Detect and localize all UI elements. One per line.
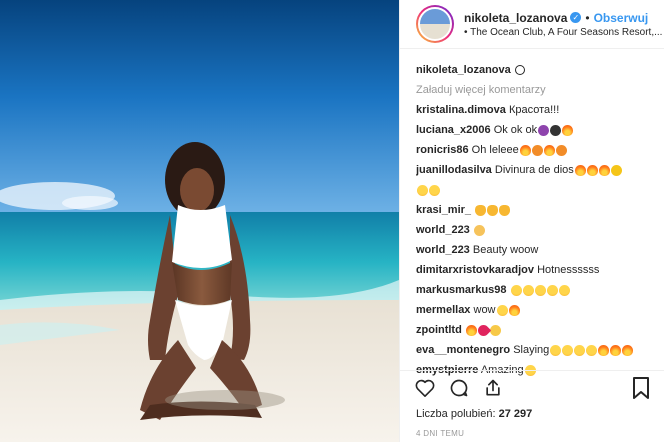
comment-row: eva__montenegro Slaying [416, 340, 656, 360]
emoji-grin-icon [496, 304, 508, 316]
bookmark-icon [633, 377, 649, 399]
emoji-fire-icon [586, 164, 598, 176]
emoji-fire-icon [465, 324, 477, 336]
verified-badge-icon: ✓ [570, 12, 582, 23]
comment-username[interactable]: dimitarxristovkaradjov [416, 264, 534, 276]
comment-row: luciana_x2006 Ok ok ok [416, 120, 656, 140]
emoji-fire-icon [598, 164, 610, 176]
emoji-heart-icon [475, 322, 492, 338]
comment-username[interactable]: eva__montenegro [416, 344, 510, 356]
emoji-grin-icon [562, 344, 574, 356]
emoji-fire-icon [574, 164, 586, 176]
follow-button[interactable]: Obserwuj [594, 11, 649, 25]
comments-list: nikoleta_lozanova Załaduj więcej komenta… [416, 60, 656, 380]
emoji-fire-icon [598, 344, 610, 356]
emoji-grin-icon [534, 284, 546, 296]
share-icon [486, 379, 500, 396]
emoji-grin-icon [522, 284, 534, 296]
emoji-bomb-icon [550, 124, 562, 136]
emoji-clap-icon [473, 224, 485, 236]
comment-username[interactable]: mermellax [416, 304, 470, 316]
action-bar [414, 377, 504, 399]
emoji-grin-icon [586, 344, 598, 356]
comment-text: Красота!!! [508, 104, 560, 116]
comment-row: mermellax wow [416, 300, 656, 320]
comment-row: world_223 Beauty woow [416, 240, 656, 260]
emoji-fire-icon [562, 124, 574, 136]
comment-text: wow [473, 304, 496, 316]
comment-text: Hotnessssss [537, 264, 600, 276]
comment-row: kristalina.dimova Красота!!! [416, 100, 656, 120]
location-link[interactable]: The Ocean Club, A Four Seasons Resort,..… [470, 27, 662, 38]
comment-row: world_223 [416, 220, 656, 240]
comment-text: Slaying [513, 344, 550, 356]
emoji-fire-icon [508, 304, 520, 316]
emoji-fire-icon [610, 344, 622, 356]
post-header: nikoleta_lozanova ✓ • Obserwuj • The Oce… [400, 0, 664, 49]
comment-button[interactable] [448, 377, 470, 399]
heart-icon [415, 379, 435, 397]
comment-username[interactable]: luciana_x2006 [416, 124, 491, 136]
save-button[interactable] [632, 377, 654, 399]
like-button[interactable] [414, 377, 436, 399]
comment-row: krasi_mir_ [416, 200, 656, 220]
comment-text: Ok ok ok [493, 124, 538, 136]
separator-dot: • [585, 10, 590, 25]
post-photo[interactable] [0, 0, 399, 442]
comment-row: juanillodasilva Divinura de dios [416, 160, 656, 180]
likes-label: Liczba polubień: [416, 408, 496, 420]
emoji-cool-icon [610, 164, 622, 176]
comment-bubble-icon [514, 65, 525, 76]
emoji-fire-icon [543, 144, 555, 156]
load-more-row: Załaduj więcej komentarzy [416, 80, 656, 100]
emoji-grin-icon [558, 284, 570, 296]
emoji-grin-icon [510, 284, 522, 296]
post-side-panel: nikoleta_lozanova ✓ • Obserwuj • The Oce… [399, 0, 664, 442]
comment-username[interactable]: world_223 [416, 244, 470, 256]
comment-username[interactable]: ronicris86 [416, 144, 469, 156]
comment-username[interactable]: krasi_mir_ [416, 204, 471, 216]
emoji-cat-icon [475, 204, 487, 216]
comment-icon [450, 379, 468, 397]
comment-text: Beauty woow [472, 244, 539, 256]
comment-username[interactable]: zpointltd [416, 324, 462, 336]
post-date[interactable]: 4 DNI TEMU [416, 429, 464, 438]
beach-photo-image [0, 0, 399, 442]
emoji-grin-icon [574, 344, 586, 356]
comment-username[interactable]: markusmarkus98 [416, 284, 507, 296]
comment-row: markusmarkus98 [416, 280, 656, 300]
comment-row [416, 180, 656, 200]
comment-username[interactable]: kristalina.dimova [416, 104, 506, 116]
emoji-grin-icon [429, 184, 440, 196]
location-row[interactable]: • The Ocean Club, A Four Seasons Resort,… [464, 27, 662, 38]
likes-count[interactable]: Liczba polubień: 27 297 [416, 408, 532, 420]
emoji-fire-icon [622, 344, 634, 356]
emoji-cat-icon [487, 204, 499, 216]
emoji-grin-icon [550, 344, 562, 356]
comment-text: Divinura de dios [494, 164, 574, 176]
comment-username[interactable]: world_223 [416, 224, 470, 236]
emoji-tongue-icon [555, 144, 567, 156]
comment-row: zpointltd [416, 320, 656, 340]
comment-username[interactable]: juanillodasilva [416, 164, 492, 176]
caption-row: nikoleta_lozanova [416, 60, 656, 80]
comment-row: dimitarxristovkaradjov Hotnessssss [416, 260, 656, 280]
comment-text: Oh leleee [471, 144, 519, 156]
comment-row: ronicris86 Oh leleee [416, 140, 656, 160]
likes-number: 27 297 [498, 408, 533, 420]
caption-username[interactable]: nikoleta_lozanova [416, 64, 511, 76]
avatar[interactable] [416, 5, 454, 43]
emoji-grin-icon [546, 284, 558, 296]
emoji-tongue-icon [531, 144, 543, 156]
emoji-fire-icon [519, 144, 531, 156]
emoji-purple-icon [538, 124, 550, 136]
emoji-grin-icon [417, 184, 428, 196]
divider [400, 370, 664, 371]
emoji-cat-icon [499, 204, 511, 216]
share-button[interactable] [482, 377, 504, 399]
author-username[interactable]: nikoleta_lozanova [464, 11, 567, 25]
emoji-wow-icon [489, 324, 501, 336]
load-more-comments-link[interactable]: Załaduj więcej komentarzy [416, 84, 546, 96]
